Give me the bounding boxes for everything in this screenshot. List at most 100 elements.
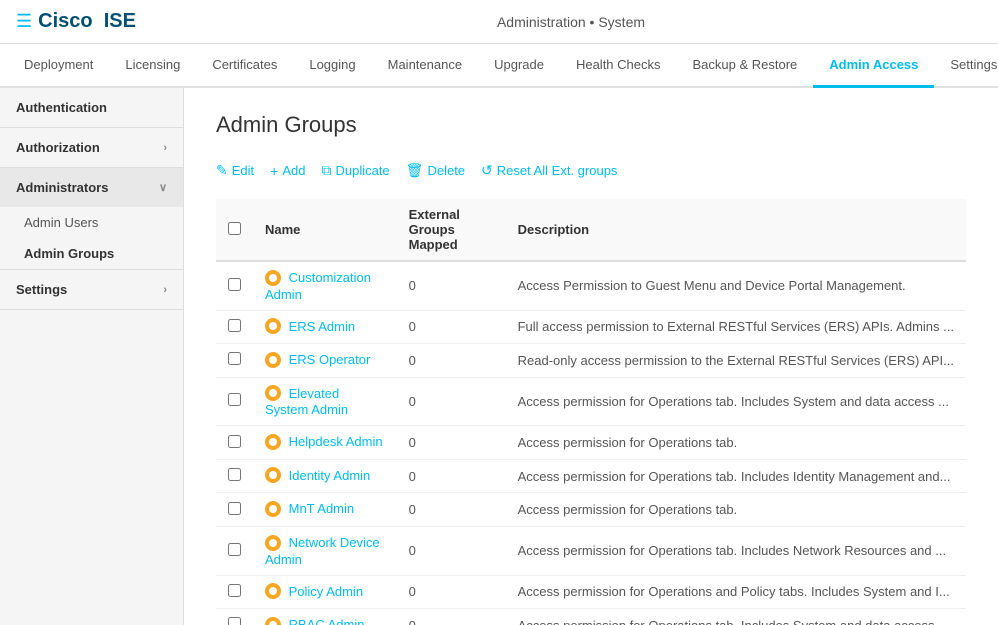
row-name-link[interactable]: ERS Admin xyxy=(289,319,355,334)
row-checkbox[interactable] xyxy=(228,502,241,515)
table-row: MnT Admin 0 Access permission for Operat… xyxy=(216,493,966,527)
table-row: Policy Admin 0 Access permission for Ope… xyxy=(216,575,966,609)
table-row: Identity Admin 0 Access permission for O… xyxy=(216,459,966,493)
chevron-down-icon: ∨ xyxy=(159,181,167,194)
row-checkbox-cell xyxy=(216,575,253,609)
row-checkbox[interactable] xyxy=(228,468,241,481)
row-external-groups: 0 xyxy=(397,344,506,378)
top-bar: ☰ Cisco ISE Administration • System xyxy=(0,0,998,44)
row-description: Access permission for Operations tab. In… xyxy=(506,459,966,493)
row-checkbox-cell xyxy=(216,344,253,378)
sidebar-item-settings[interactable]: Settings › xyxy=(0,270,183,309)
hamburger-icon[interactable]: ☰ xyxy=(16,11,32,32)
row-description-text: Access permission for Operations tab. In… xyxy=(518,543,946,558)
row-checkbox[interactable] xyxy=(228,617,241,625)
tab-admin-access[interactable]: Admin Access xyxy=(813,44,934,88)
row-description-text: Access permission for Operations and Pol… xyxy=(518,584,950,599)
row-name-link[interactable]: Network Device Admin xyxy=(265,535,380,567)
row-name-link[interactable]: Helpdesk Admin xyxy=(289,434,383,449)
chevron-right-icon: › xyxy=(163,142,167,154)
logo-ise: ISE xyxy=(104,10,136,32)
row-name-link[interactable]: Policy Admin xyxy=(289,584,363,599)
row-description-text: Access permission for Operations tab. In… xyxy=(518,618,949,625)
user-icon xyxy=(265,434,281,450)
row-name: Helpdesk Admin xyxy=(253,426,397,460)
table-row: ERS Operator 0 Read-only access permissi… xyxy=(216,344,966,378)
user-icon xyxy=(265,352,281,368)
row-checkbox[interactable] xyxy=(228,319,241,332)
sidebar-section-settings: Settings › xyxy=(0,270,183,310)
row-checkbox-cell xyxy=(216,377,253,426)
row-name: ERS Operator xyxy=(253,344,397,378)
row-external-groups: 0 xyxy=(397,526,506,575)
table-body: Customization Admin 0 Access Permission … xyxy=(216,261,966,625)
user-icon xyxy=(265,501,281,517)
chevron-right-icon-settings: › xyxy=(163,284,167,296)
select-all-checkbox[interactable] xyxy=(228,222,241,235)
row-description: Access permission for Operations tab. xyxy=(506,426,966,460)
sidebar-item-admin-users[interactable]: Admin Users xyxy=(0,207,183,238)
page-breadcrumb: Administration • System xyxy=(160,14,982,30)
row-checkbox-cell xyxy=(216,261,253,310)
row-name: Customization Admin xyxy=(253,261,397,310)
logo-cisco: Cisco xyxy=(38,10,92,32)
duplicate-icon: ⧉ xyxy=(321,162,331,179)
row-external-groups: 0 xyxy=(397,493,506,527)
row-description-text: Read-only access permission to the Exter… xyxy=(518,353,954,368)
tab-settings[interactable]: Settings xyxy=(934,44,998,88)
tab-certificates[interactable]: Certificates xyxy=(196,44,293,88)
row-name-link[interactable]: RBAC Admin xyxy=(289,617,365,625)
user-icon xyxy=(265,467,281,483)
row-name-link[interactable]: MnT Admin xyxy=(289,501,355,516)
tab-deployment[interactable]: Deployment xyxy=(8,44,109,88)
sidebar: Authentication Authorization › Administr… xyxy=(0,88,184,625)
tab-maintenance[interactable]: Maintenance xyxy=(372,44,478,88)
tab-health-checks[interactable]: Health Checks xyxy=(560,44,677,88)
row-description-text: Access permission for Operations tab. xyxy=(518,435,738,450)
row-checkbox-cell xyxy=(216,310,253,344)
tab-upgrade[interactable]: Upgrade xyxy=(478,44,560,88)
user-icon xyxy=(265,318,281,334)
reset-button[interactable]: ↺ Reset All Ext. groups xyxy=(481,158,617,183)
row-checkbox[interactable] xyxy=(228,352,241,365)
user-icon xyxy=(265,617,281,625)
row-description-text: Access permission for Operations tab. xyxy=(518,502,738,517)
secondary-nav: Deployment Licensing Certificates Loggin… xyxy=(0,44,998,88)
sidebar-label-authorization: Authorization xyxy=(16,140,100,155)
header-checkbox-col xyxy=(216,199,253,261)
add-button[interactable]: + Add xyxy=(270,159,305,183)
row-checkbox-cell xyxy=(216,526,253,575)
row-checkbox[interactable] xyxy=(228,435,241,448)
row-name-link[interactable]: ERS Operator xyxy=(289,352,371,367)
delete-label: Delete xyxy=(427,163,465,178)
row-name-link[interactable]: Identity Admin xyxy=(289,468,371,483)
row-description-text: Access Permission to Guest Menu and Devi… xyxy=(518,278,906,293)
sidebar-item-authentication[interactable]: Authentication xyxy=(0,88,183,127)
row-checkbox[interactable] xyxy=(228,393,241,406)
row-checkbox[interactable] xyxy=(228,584,241,597)
row-external-groups: 0 xyxy=(397,377,506,426)
sidebar-label-settings: Settings xyxy=(16,282,67,297)
table-row: Helpdesk Admin 0 Access permission for O… xyxy=(216,426,966,460)
edit-button[interactable]: ✎ Edit xyxy=(216,158,254,183)
tab-backup-restore[interactable]: Backup & Restore xyxy=(677,44,814,88)
duplicate-button[interactable]: ⧉ Duplicate xyxy=(321,158,389,183)
row-name: MnT Admin xyxy=(253,493,397,527)
row-name: ERS Admin xyxy=(253,310,397,344)
row-name-link[interactable]: Customization Admin xyxy=(265,270,371,302)
row-external-groups: 0 xyxy=(397,459,506,493)
row-checkbox-cell xyxy=(216,426,253,460)
delete-button[interactable]: 🗑 Delete xyxy=(406,158,465,183)
row-checkbox[interactable] xyxy=(228,543,241,556)
tab-logging[interactable]: Logging xyxy=(293,44,371,88)
sidebar-item-authorization[interactable]: Authorization › xyxy=(0,128,183,167)
toolbar: ✎ Edit + Add ⧉ Duplicate 🗑 Delete ↺ Rese… xyxy=(216,158,966,183)
sidebar-item-administrators[interactable]: Administrators ∨ xyxy=(0,168,183,207)
sidebar-item-admin-groups[interactable]: Admin Groups xyxy=(0,238,183,269)
row-name: Policy Admin xyxy=(253,575,397,609)
reset-label: Reset All Ext. groups xyxy=(497,163,618,178)
row-checkbox[interactable] xyxy=(228,278,241,291)
main-layout: Authentication Authorization › Administr… xyxy=(0,88,998,625)
tab-licensing[interactable]: Licensing xyxy=(109,44,196,88)
user-icon xyxy=(265,385,281,401)
